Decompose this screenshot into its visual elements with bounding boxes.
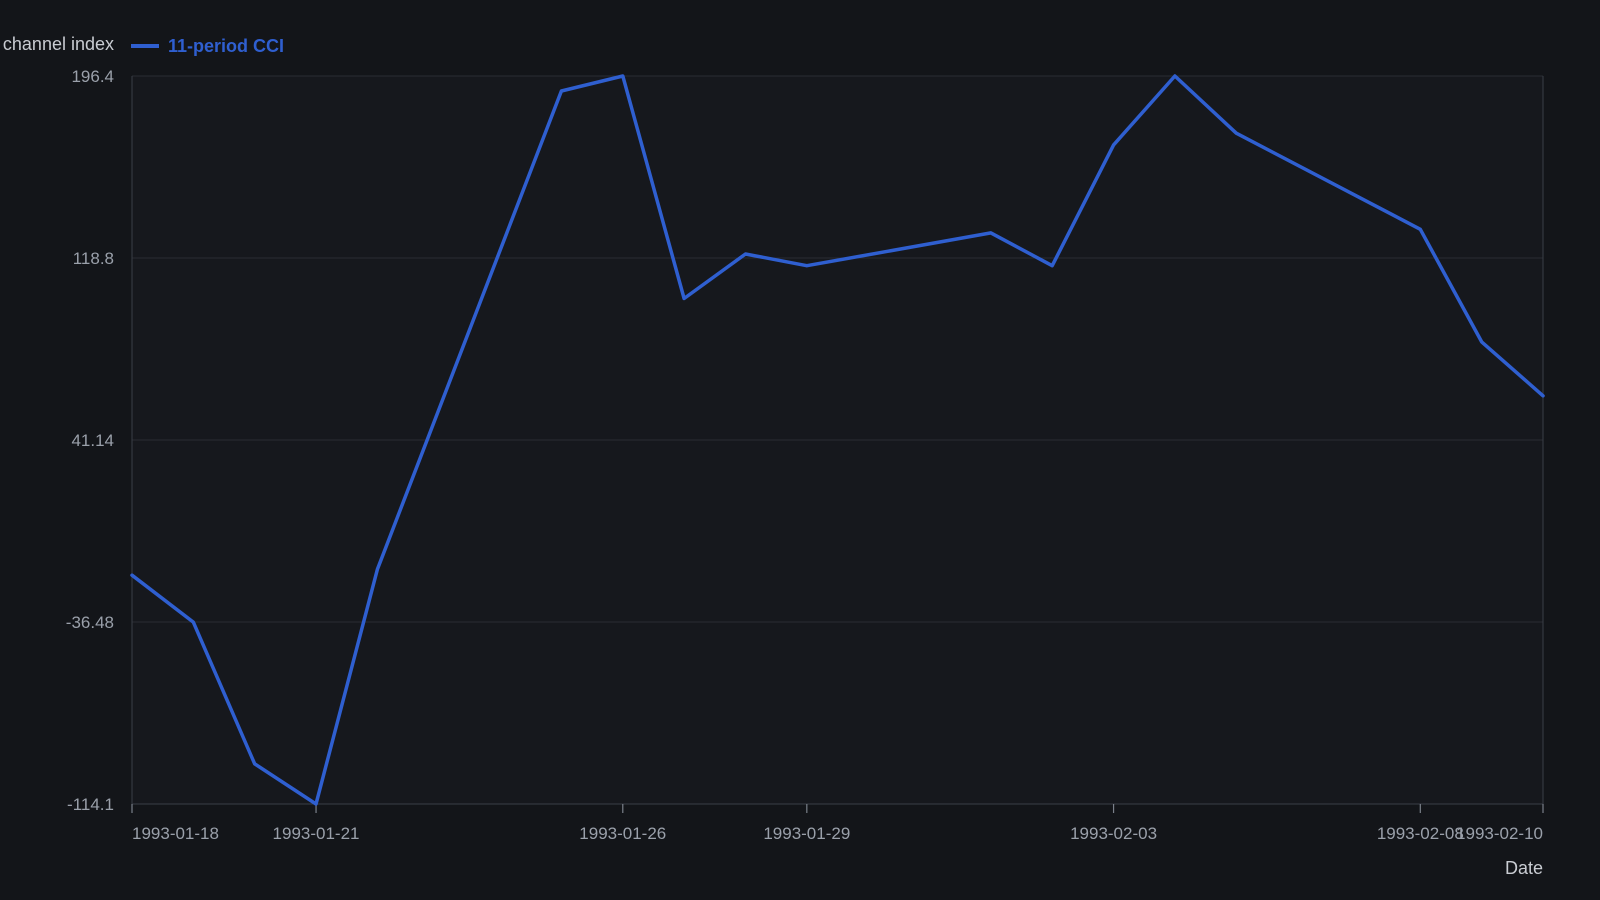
- x-tick-label: 1993-02-03: [1070, 824, 1157, 843]
- legend-label-11-period-cci[interactable]: 11-period CCI: [168, 36, 284, 56]
- y-tick-label: 41.14: [71, 431, 114, 450]
- chart-container: 196.4 118.8 41.14 -36.48 -114.1 1993-01-18 19…: [0, 0, 1600, 900]
- x-tick-label: 1993-01-29: [763, 824, 850, 843]
- x-axis-title: Date: [1505, 858, 1543, 878]
- y-tick-label: 118.8: [73, 249, 114, 268]
- y-tick-label: 196.4: [71, 67, 114, 86]
- y-axis-title: channel index: [3, 34, 114, 54]
- y-axis-ticks: 196.4 118.8 41.14 -36.48 -114.1: [66, 67, 114, 814]
- x-tick-label: 1993-01-21: [273, 824, 360, 843]
- x-tick-label: 1993-01-26: [579, 824, 666, 843]
- x-tick-label: 1993-02-10: [1456, 824, 1543, 843]
- x-axis-ticks: 1993-01-18 1993-01-21 1993-01-26 1993-01-29…: [131, 804, 1544, 843]
- line-chart: 196.4118.841.14-36.48-114.1 1993-01-18 19…: [3, 34, 1545, 878]
- x-tick-label: 1993-02-08: [1377, 824, 1464, 843]
- y-tick-label: -114.1: [67, 795, 114, 814]
- x-tick-label: 1993-01-18: [132, 824, 219, 843]
- y-tick-label: -36.48: [66, 613, 114, 632]
